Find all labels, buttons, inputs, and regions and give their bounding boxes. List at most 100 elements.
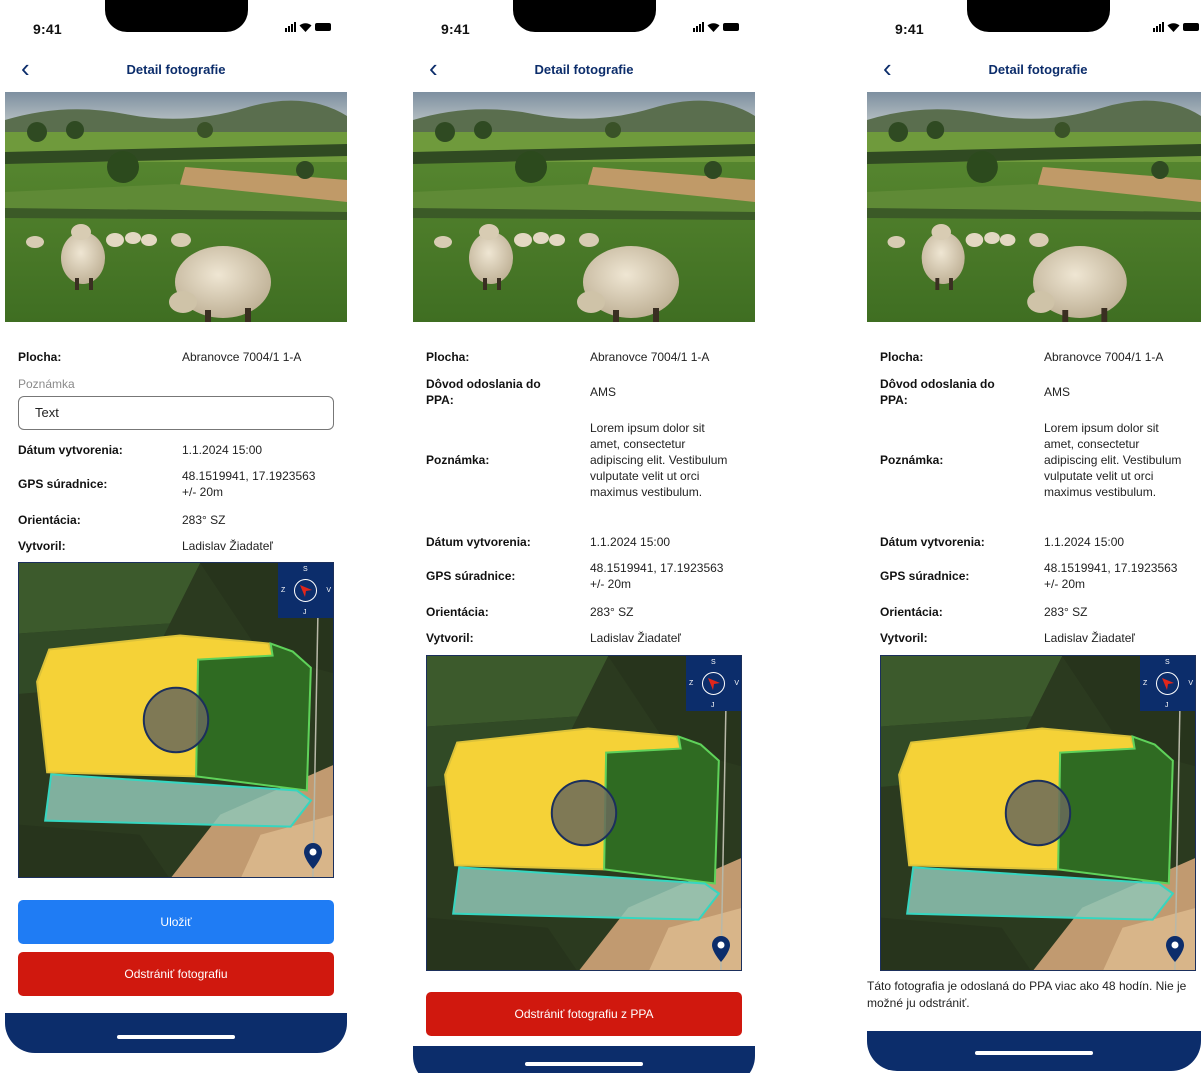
- gps-label: GPS súradnice:: [426, 569, 516, 583]
- device-notch: [513, 0, 656, 32]
- gps-label: GPS súradnice:: [880, 569, 970, 583]
- orientacia-label: Orientácia:: [426, 605, 489, 619]
- detail-row-vytvoril: Vytvoril: Ladislav Žiadateľ: [880, 630, 1201, 646]
- vytvoril-value: Ladislav Žiadateľ: [590, 631, 681, 645]
- save-button[interactable]: Uložiť: [18, 900, 334, 944]
- top-nav: ‹ Detail fotografie: [5, 55, 347, 84]
- compass-arrow-icon: [300, 585, 312, 597]
- bottom-bar: [413, 1046, 755, 1073]
- detail-row-datum: Dátum vytvorenia: 1.1.2024 15:00: [426, 534, 755, 550]
- orientacia-label: Orientácia:: [18, 513, 81, 527]
- compass-east-label: V: [326, 587, 331, 594]
- field-photo: [413, 92, 755, 322]
- detail-row-datum: Dátum vytvorenia: 1.1.2024 15:00: [880, 534, 1201, 550]
- detail-row-poznamka: Poznámka: Lorem ipsum dolor sit amet, co…: [880, 420, 1201, 500]
- wifi-icon: [707, 23, 720, 32]
- compass-south-label: J: [711, 702, 715, 709]
- dovod-value: AMS: [590, 385, 617, 399]
- compass-arrow-icon: [1162, 678, 1174, 690]
- plocha-label: Plocha:: [426, 350, 470, 364]
- dovod-label: Dôvod odoslania do PPA:: [426, 377, 541, 407]
- compass-widget: S V J Z: [686, 656, 741, 711]
- detail-row-orientacia: Orientácia: 283° SZ: [426, 604, 755, 620]
- top-nav: ‹ Detail fotografie: [413, 55, 755, 84]
- battery-icon: [723, 23, 739, 31]
- compass-widget: S V J Z: [1140, 656, 1195, 711]
- field-photo: [5, 92, 347, 322]
- location-pin-icon[interactable]: [711, 936, 731, 962]
- delete-photo-button[interactable]: Odstrániť fotografiu: [18, 952, 334, 996]
- phone-screen-locked: 9:41 ‹ Detail fotografie Plocha: Abranov…: [867, 0, 1201, 1073]
- poznamka-input[interactable]: Text: [18, 396, 334, 430]
- status-icons: [693, 22, 739, 32]
- delete-from-ppa-button[interactable]: Odstrániť fotografiu z PPA: [426, 992, 742, 1036]
- field-photo: [867, 92, 1201, 322]
- status-time: 9:41: [33, 21, 62, 37]
- plocha-value: Abranovce 7004/1 1-A: [1044, 350, 1164, 364]
- plocha-value: Abranovce 7004/1 1-A: [590, 350, 710, 364]
- status-time: 9:41: [441, 21, 470, 37]
- home-indicator[interactable]: [975, 1051, 1093, 1055]
- wifi-icon: [299, 23, 312, 32]
- datum-value: 1.1.2024 15:00: [182, 443, 263, 457]
- compass-south-label: J: [303, 609, 307, 616]
- top-nav: ‹ Detail fotografie: [867, 55, 1201, 84]
- vytvoril-value: Ladislav Žiadateľ: [1044, 631, 1135, 645]
- page-title: Detail fotografie: [988, 62, 1088, 77]
- bottom-bar: [867, 1031, 1201, 1071]
- battery-icon: [315, 23, 331, 31]
- cannot-delete-notice: Táto fotografia je odoslaná do PPA viac …: [867, 979, 1187, 1010]
- parcel-map[interactable]: S V J Z: [18, 562, 334, 878]
- orientacia-value: 283° SZ: [590, 605, 634, 619]
- parcel-map[interactable]: S V J Z: [426, 655, 742, 971]
- compass-east-label: V: [734, 680, 739, 687]
- datum-label: Dátum vytvorenia:: [18, 443, 123, 457]
- status-time: 9:41: [895, 21, 924, 37]
- home-indicator[interactable]: [525, 1062, 643, 1066]
- parcel-map[interactable]: S V J Z: [880, 655, 1196, 971]
- detail-row-gps: GPS súradnice: 48.1519941, 17.1923563 +/…: [426, 560, 755, 592]
- location-pin-icon[interactable]: [1165, 936, 1185, 962]
- signal-icon: [693, 22, 704, 32]
- gps-value: 48.1519941, 17.1923563 +/- 20m: [182, 469, 316, 499]
- home-indicator[interactable]: [117, 1035, 235, 1039]
- wifi-icon: [1167, 23, 1180, 32]
- datum-label: Dátum vytvorenia:: [880, 535, 985, 549]
- compass-west-label: Z: [1143, 680, 1148, 687]
- signal-icon: [285, 22, 296, 32]
- plocha-label: Plocha:: [880, 350, 924, 364]
- location-pin-icon[interactable]: [303, 843, 323, 869]
- vytvoril-label: Vytvoril:: [426, 631, 474, 645]
- compass-north-label: S: [1165, 659, 1170, 666]
- compass-south-label: J: [1165, 702, 1169, 709]
- battery-icon: [1183, 23, 1199, 31]
- detail-row-vytvoril: Vytvoril: Ladislav Žiadateľ: [426, 630, 755, 646]
- orientacia-value: 283° SZ: [1044, 605, 1088, 619]
- compass-west-label: Z: [689, 680, 694, 687]
- detail-row-orientacia: Orientácia: 283° SZ: [880, 604, 1201, 620]
- gps-value: 48.1519941, 17.1923563 +/- 20m: [590, 561, 724, 591]
- phone-screen-edit: 9:41 ‹ Detail fotografie Plocha: Abranov…: [5, 0, 347, 1073]
- phone-screen-sent: 9:41 ‹ Detail fotografie Plocha: Abranov…: [413, 0, 755, 1073]
- poznamka-label: Poznámka:: [426, 453, 490, 467]
- datum-label: Dátum vytvorenia:: [426, 535, 531, 549]
- status-icons: [285, 22, 331, 32]
- bottom-bar: [5, 1013, 347, 1053]
- page-title: Detail fotografie: [534, 62, 634, 77]
- poznamka-label: Poznámka: [18, 377, 75, 391]
- detail-row-plocha: Plocha: Abranovce 7004/1 1-A: [880, 349, 1201, 365]
- detail-row-dovod: Dôvod odoslania do PPA: AMS: [426, 376, 755, 408]
- orientacia-value: 283° SZ: [182, 513, 226, 527]
- orientacia-label: Orientácia:: [880, 605, 943, 619]
- dovod-label: Dôvod odoslania do PPA:: [880, 377, 995, 407]
- dovod-value: AMS: [1044, 385, 1071, 399]
- gps-label: GPS súradnice:: [18, 477, 108, 491]
- detail-row-plocha: Plocha: Abranovce 7004/1 1-A: [18, 349, 347, 365]
- vytvoril-label: Vytvoril:: [18, 539, 66, 553]
- device-notch: [967, 0, 1110, 32]
- detail-row-datum: Dátum vytvorenia: 1.1.2024 15:00: [18, 442, 347, 458]
- detail-row-vytvoril: Vytvoril: Ladislav Žiadateľ: [18, 538, 347, 554]
- compass-west-label: Z: [281, 587, 286, 594]
- detail-row-plocha: Plocha: Abranovce 7004/1 1-A: [426, 349, 755, 365]
- detail-row-orientacia: Orientácia: 283° SZ: [18, 512, 347, 528]
